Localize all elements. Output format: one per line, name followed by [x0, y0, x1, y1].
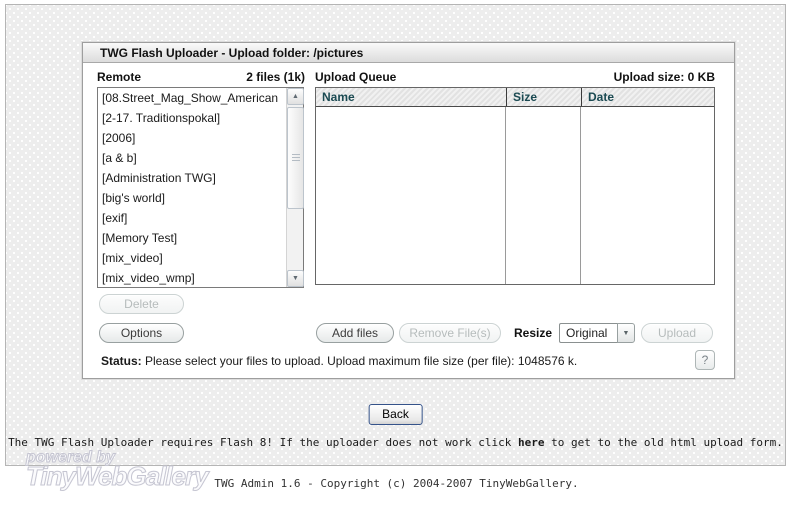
status-text: Status: Please select your files to uplo… — [101, 354, 577, 368]
back-button[interactable]: Back — [368, 404, 423, 425]
upload-queue-label: Upload Queue — [315, 70, 396, 84]
column-header-name[interactable]: Name — [316, 88, 506, 106]
resize-selected-value[interactable]: Original — [559, 323, 617, 343]
flash-uploader-window: TWG Flash Uploader - Upload folder: /pic… — [82, 42, 735, 379]
copyright-text: TWG Admin 1.6 - Copyright (c) 2004-2007 … — [0, 477, 793, 490]
list-item[interactable]: [mix_video] — [98, 248, 286, 268]
scrollbar-thumb[interactable] — [287, 107, 304, 209]
remote-folder-list: [08.Street_Mag_Show_American [2-17. Trad… — [97, 87, 304, 288]
status-message: Please select your files to upload. Uplo… — [142, 354, 578, 368]
upload-button[interactable]: Upload — [641, 323, 713, 343]
list-item[interactable]: [mix_video_wmp] — [98, 268, 286, 287]
delete-button[interactable]: Delete — [99, 294, 184, 314]
list-item[interactable]: [exif] — [98, 208, 286, 228]
note-text-after: to get to the old html upload form. — [545, 436, 783, 449]
list-item[interactable]: [a & b] — [98, 148, 286, 168]
help-button[interactable]: ? — [695, 350, 715, 370]
flash-requirement-note: The TWG Flash Uploader requires Flash 8!… — [6, 436, 785, 449]
window-title: TWG Flash Uploader - Upload folder: /pic… — [83, 43, 734, 63]
status-label: Status: — [101, 354, 142, 368]
chevron-down-icon[interactable]: ▼ — [617, 323, 635, 343]
add-files-button[interactable]: Add files — [316, 323, 394, 343]
note-text-before: The TWG Flash Uploader requires Flash 8!… — [8, 436, 518, 449]
upload-queue-table: Name Size Date — [315, 87, 715, 285]
list-item[interactable]: [08.Street_Mag_Show_American — [98, 88, 286, 108]
column-divider — [580, 107, 581, 284]
list-item[interactable]: [big's world] — [98, 188, 286, 208]
column-header-date[interactable]: Date — [581, 88, 714, 106]
table-body-empty — [316, 107, 714, 284]
queue-header: Upload Queue Upload size: 0 KB — [315, 70, 715, 84]
column-divider — [505, 107, 506, 284]
resize-label: Resize — [514, 326, 552, 340]
remote-header: Remote 2 files (1k) — [97, 70, 305, 84]
page: { "window": { "title": "TWG Flash Upload… — [0, 0, 793, 507]
dotted-background-panel: TWG Flash Uploader - Upload folder: /pic… — [5, 4, 786, 466]
here-link[interactable]: here — [518, 436, 545, 449]
scrollbar-grip-icon — [292, 154, 300, 162]
remote-label: Remote — [97, 70, 141, 84]
list-item[interactable]: [2006] — [98, 128, 286, 148]
scroll-down-icon[interactable]: ▼ — [287, 270, 304, 287]
remote-folder-items: [08.Street_Mag_Show_American [2-17. Trad… — [98, 88, 286, 287]
remote-file-count: 2 files (1k) — [246, 70, 305, 84]
list-scrollbar[interactable]: ▲ ▼ — [286, 88, 303, 287]
scroll-up-icon[interactable]: ▲ — [287, 88, 304, 105]
list-item[interactable]: [2-17. Traditionspokal] — [98, 108, 286, 128]
remove-files-button[interactable]: Remove File(s) — [399, 323, 501, 343]
list-item[interactable]: [Administration TWG] — [98, 168, 286, 188]
resize-dropdown[interactable]: Original ▼ — [559, 323, 635, 343]
table-header-row: Name Size Date — [316, 88, 714, 107]
upload-size-label: Upload size: 0 KB — [614, 70, 715, 84]
options-button[interactable]: Options — [99, 323, 184, 343]
column-header-size[interactable]: Size — [506, 88, 581, 106]
list-item[interactable]: [Memory Test] — [98, 228, 286, 248]
